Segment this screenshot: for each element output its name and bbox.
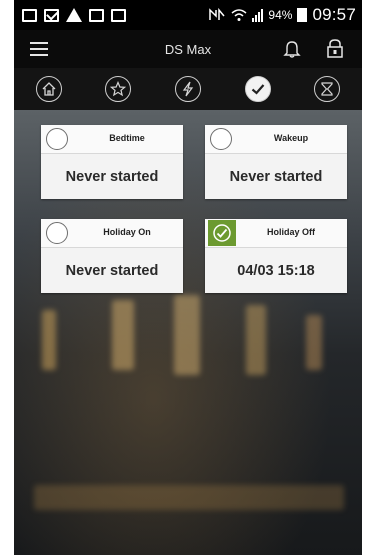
signal-icon <box>252 8 264 22</box>
scene-name: Holiday On <box>103 227 151 237</box>
scene-checkbox[interactable] <box>46 222 68 244</box>
scene-card-holiday-on[interactable]: Holiday On Never started <box>41 219 183 293</box>
checkmark-icon <box>251 84 264 95</box>
lightning-icon <box>182 81 194 97</box>
bell-icon[interactable] <box>282 39 302 59</box>
scene-checkbox[interactable] <box>210 128 232 150</box>
scene-name: Wakeup <box>273 133 309 143</box>
tab-favorites[interactable] <box>105 76 132 102</box>
battery-percent: 94% <box>268 8 293 22</box>
app-bar: DS Max <box>14 30 362 68</box>
tab-scenes[interactable] <box>244 76 271 102</box>
scene-status: Never started <box>65 263 159 279</box>
app-title: DS Max <box>164 41 212 57</box>
tab-timers[interactable] <box>314 76 341 102</box>
nfc-icon <box>209 8 225 20</box>
tab-bar <box>14 68 362 110</box>
battery-icon <box>297 8 308 22</box>
scene-checkbox[interactable] <box>46 128 68 150</box>
scene-card-header: Holiday On <box>41 219 183 248</box>
scene-status: Never started <box>65 169 159 185</box>
clock: 09:57 <box>312 5 356 24</box>
scene-status: Never started <box>229 169 323 185</box>
scene-card-bedtime[interactable]: Bedtime Never started <box>41 125 183 199</box>
scene-card-holiday-off[interactable]: Holiday Off 04/03 15:18 <box>205 219 347 293</box>
mail-icon <box>44 8 59 22</box>
app-screen: 94% 09:57 DS Max Bedtime Never started W… <box>14 0 362 555</box>
wifi-icon <box>231 9 247 21</box>
scene-name: Holiday Off <box>266 227 315 237</box>
tab-home[interactable] <box>35 76 62 102</box>
home-icon <box>42 82 56 96</box>
scene-card-wakeup[interactable]: Wakeup Never started <box>205 125 347 199</box>
calendar-icon <box>89 8 104 22</box>
hourglass-icon <box>321 82 333 96</box>
scene-name: Bedtime <box>109 133 145 143</box>
scene-status: 04/03 15:18 <box>237 263 315 279</box>
check-circle-icon <box>213 224 231 242</box>
star-icon <box>110 81 127 97</box>
tab-energy[interactable] <box>174 76 201 102</box>
warning-icon <box>66 8 82 22</box>
system-icons: 94% 09:57 <box>208 5 356 25</box>
lock-icon[interactable] <box>326 38 344 59</box>
bag-icon <box>111 8 126 22</box>
scene-card-header: Holiday Off <box>205 219 347 248</box>
scene-checkbox-checked[interactable] <box>208 220 236 246</box>
menu-icon[interactable] <box>30 42 48 60</box>
scene-card-header: Wakeup <box>205 125 347 154</box>
notification-icons <box>22 8 126 22</box>
scene-card-header: Bedtime <box>41 125 183 154</box>
status-bar: 94% 09:57 <box>14 0 362 30</box>
image-icon <box>22 8 37 22</box>
